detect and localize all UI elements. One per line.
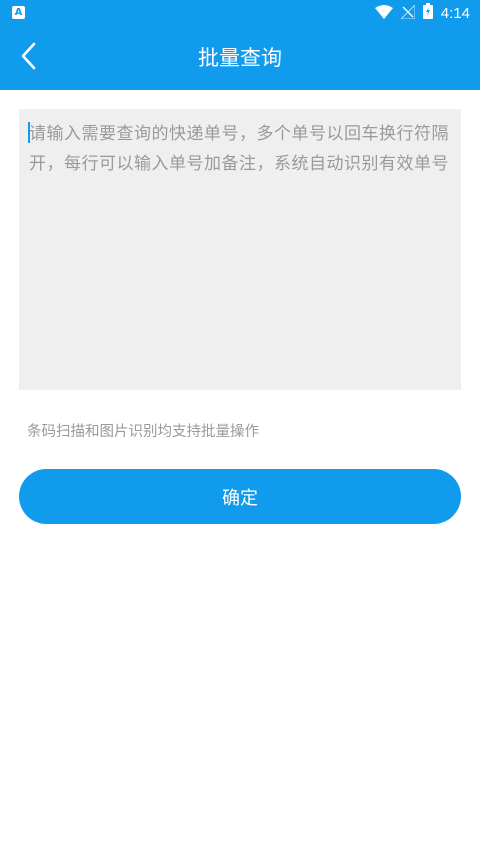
page-title: 批量查询 — [198, 46, 282, 70]
battery-icon — [422, 3, 433, 23]
status-bar: A 4:14 — [0, 0, 480, 26]
app-notification-icon: A — [12, 6, 25, 19]
status-time: 4:14 — [440, 4, 470, 22]
tracking-numbers-input[interactable]: 请输入需要查询的快递单号，多个单号以回车换行符隔开，每行可以输入单号加备注，系统… — [19, 109, 461, 390]
signal-icon — [399, 3, 416, 23]
batch-hint-text: 条码扫描和图片识别均支持批量操作 — [27, 424, 259, 440]
wifi-icon — [374, 4, 393, 23]
app-bar: 批量查询 — [0, 26, 480, 90]
text-cursor — [28, 122, 30, 143]
status-bar-right: 4:14 — [374, 0, 470, 26]
confirm-button[interactable]: 确定 — [19, 469, 461, 524]
input-placeholder: 请输入需要查询的快递单号，多个单号以回车换行符隔开，每行可以输入单号加备注，系统… — [29, 124, 449, 174]
